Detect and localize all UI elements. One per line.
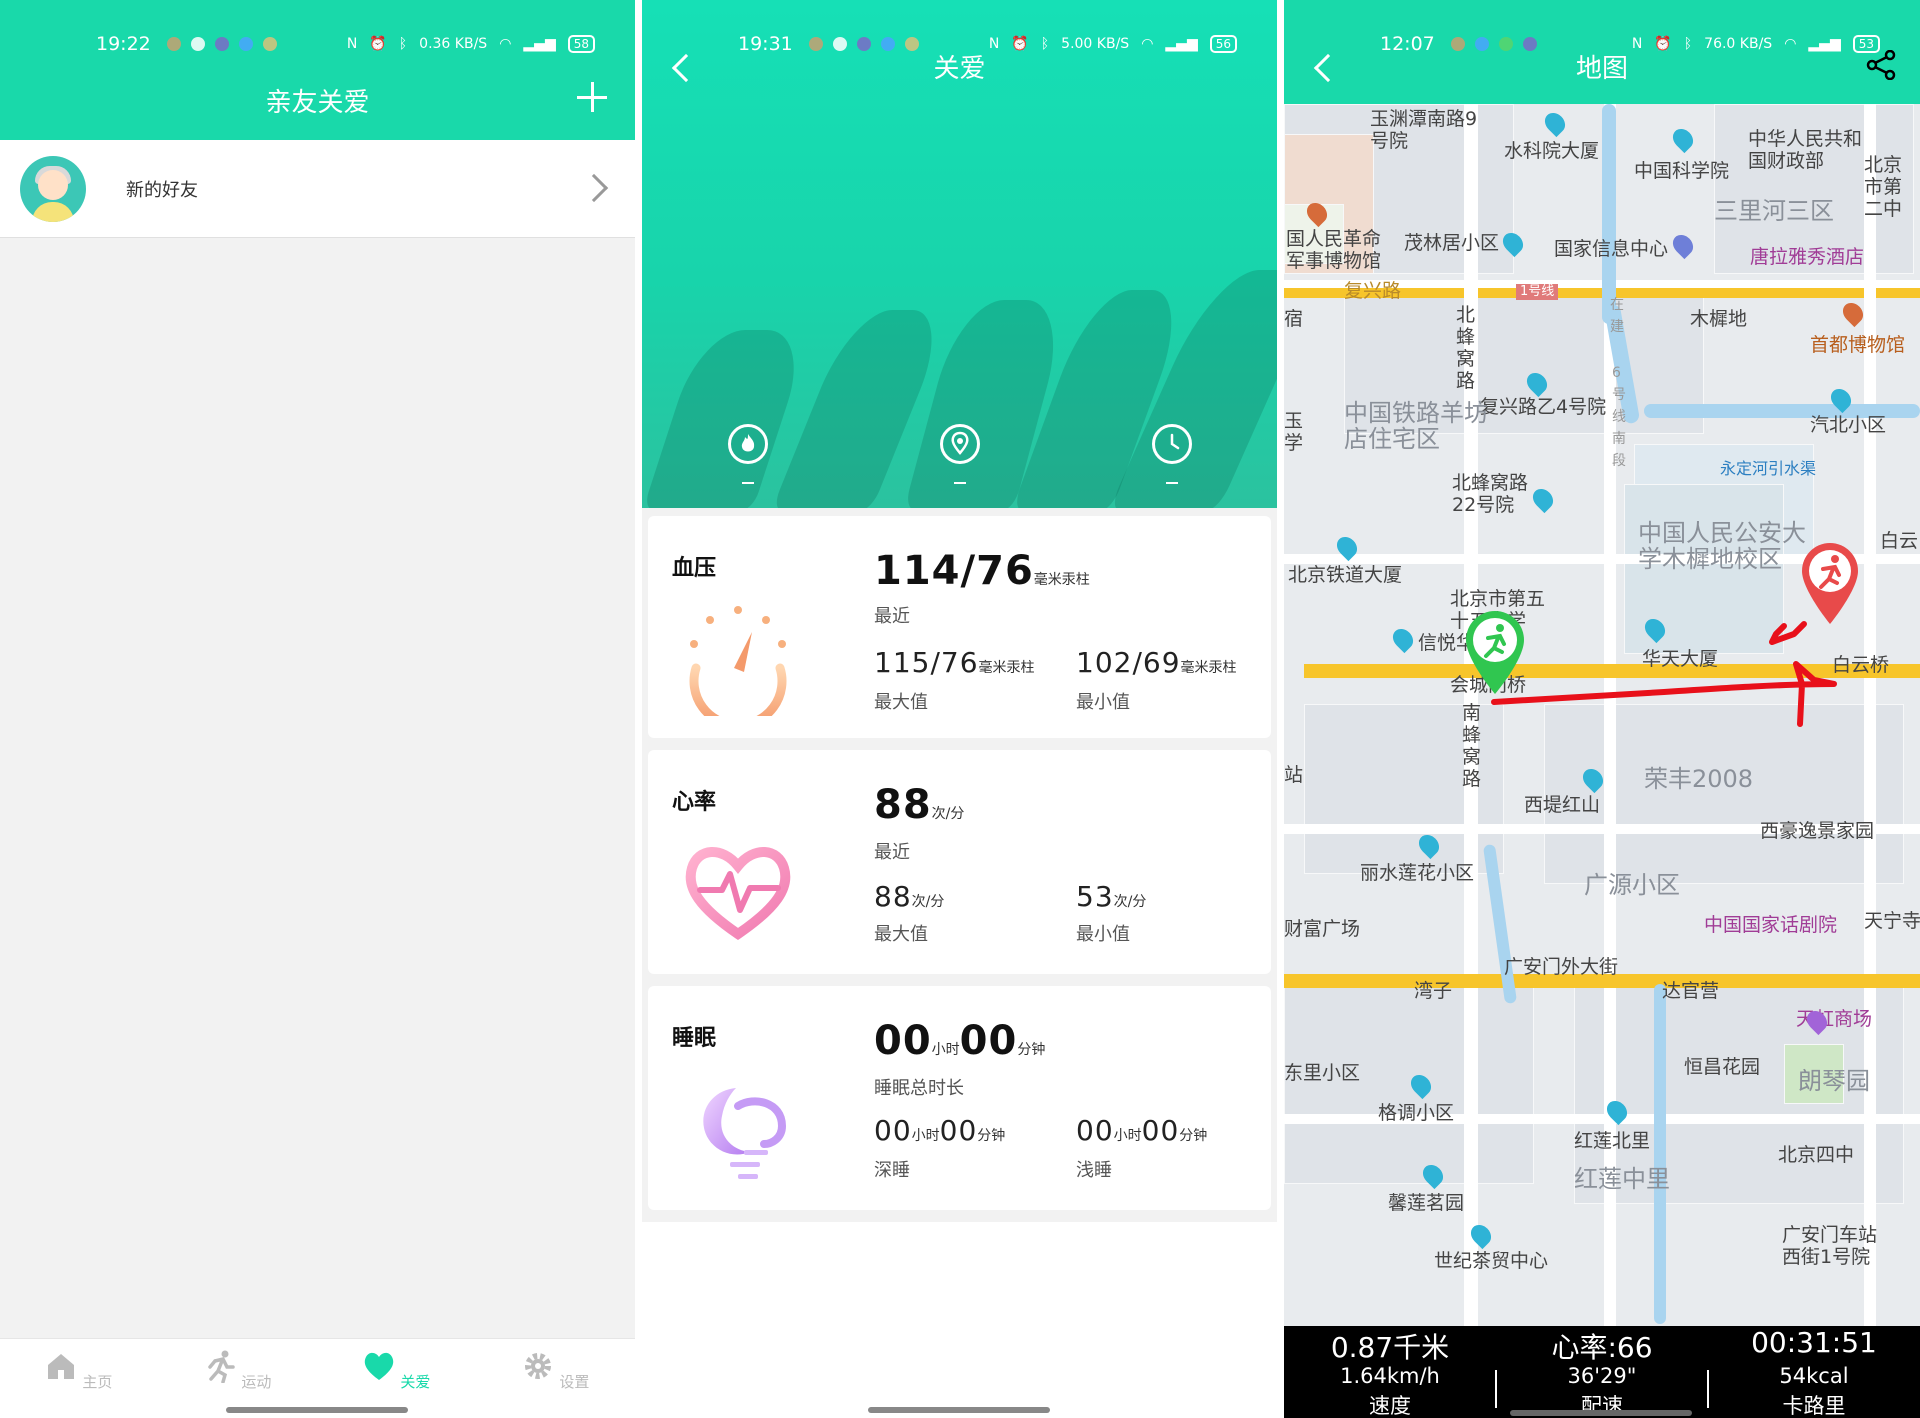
hr-max-caption: 最大值 xyxy=(874,924,928,945)
speed-caption: 速度 xyxy=(1369,1394,1411,1418)
sleep-card[interactable]: 睡眠 00小时00分钟 睡眠总时长 00小时00分钟 深睡 00小时00分钟 浅… xyxy=(648,986,1271,1210)
avatar xyxy=(20,156,86,222)
header: 19:22 N ⏰ ᛒ 0.36 KB/S ◠ ▂▄▆ 58 亲友关爱 xyxy=(0,0,635,140)
hero-banner: 19:31 N ⏰ ᛒ 5.00 KB/S ◠ ▂▄▆ 56 关爱 xyxy=(642,0,1277,508)
clock-icon xyxy=(1152,424,1192,464)
calorie-value xyxy=(742,482,754,484)
home-icon xyxy=(47,1354,74,1379)
header: 12:07 N ⏰ ᛒ 76.0 KB/S ◠ ▂▄▆ 53 地图 xyxy=(1284,0,1920,104)
hr-min: 53次/分 xyxy=(1076,880,1147,913)
time-value xyxy=(1166,482,1178,484)
sleep-total: 00小时00分钟 xyxy=(874,1018,1046,1064)
calorie-value: 54kcal xyxy=(1779,1364,1849,1388)
tab-label: 关爱 xyxy=(400,1373,431,1391)
care-friends-screen: 19:22 N ⏰ ᛒ 0.36 KB/S ◠ ▂▄▆ 58 亲友关爱 新的好友… xyxy=(0,0,635,1418)
wechat-icon xyxy=(190,37,205,51)
page-title: 亲友关爱 xyxy=(265,88,370,118)
distance-value: 0.87千米 xyxy=(1330,1331,1450,1364)
page-title: 关爱 xyxy=(933,54,986,84)
heart-rate-card[interactable]: 心率 88次/分 最近 88次/分 最大值 53次/分 最小值 xyxy=(648,750,1271,974)
tab-label: 设置 xyxy=(559,1373,590,1391)
hr-latest-caption: 最近 xyxy=(874,842,910,863)
bp-max: 115/76毫米汞柱 xyxy=(874,646,1035,679)
deep-sleep-caption: 深睡 xyxy=(874,1160,910,1181)
bluetooth-icon: ᛒ xyxy=(398,36,408,52)
new-friend-label: 新的好友 xyxy=(126,180,198,201)
tab-care[interactable]: 关爱 xyxy=(356,1349,436,1392)
speed-value: 1.64km/h xyxy=(1340,1364,1440,1388)
app-icon xyxy=(214,37,229,51)
battery-icon: 58 xyxy=(567,35,595,53)
status-bar: 19:22 N ⏰ ᛒ 0.36 KB/S ◠ ▂▄▆ 58 xyxy=(0,28,635,60)
status-right: N ⏰ ᛒ 0.36 KB/S ◠ ▂▄▆ 58 xyxy=(347,35,595,53)
location-pin-icon xyxy=(940,424,980,464)
new-friend-row[interactable]: 新的好友 xyxy=(0,140,635,238)
nfc-icon: N xyxy=(346,36,358,52)
bp-min: 102/69毫米汞柱 xyxy=(1076,646,1237,679)
bp-max-caption: 最大值 xyxy=(874,692,928,713)
signal-icon: ▂▄▆ xyxy=(523,36,556,52)
tab-label: 主页 xyxy=(82,1373,113,1391)
heart-pulse-icon xyxy=(685,847,791,941)
tab-label: 运动 xyxy=(241,1373,272,1391)
fire-icon xyxy=(728,424,768,464)
gauge-icon xyxy=(689,606,787,716)
alarm-icon: ⏰ xyxy=(369,36,387,52)
pace-value: 36'29" xyxy=(1567,1364,1637,1388)
notification-icons xyxy=(166,37,277,51)
add-icon[interactable] xyxy=(577,82,607,112)
route-map-screen: 12:07 N ⏰ ᛒ 76.0 KB/S ◠ ▂▄▆ 53 地图 玉渊潭南路9… xyxy=(1284,0,1920,1418)
distance-value xyxy=(954,482,966,484)
moon-cloud-icon xyxy=(703,1088,787,1179)
tab-sport[interactable]: 运动 xyxy=(197,1349,277,1392)
route-path xyxy=(1491,621,1837,727)
bp-latest: 114/76毫米汞柱 xyxy=(874,548,1090,594)
home-indicator[interactable] xyxy=(226,1407,408,1413)
tab-home[interactable]: 主页 xyxy=(38,1349,118,1392)
heart-rate-value: 心率:66 xyxy=(1551,1331,1653,1364)
page-title: 地图 xyxy=(1575,54,1628,84)
light-sleep-caption: 浅睡 xyxy=(1076,1160,1112,1181)
card-title: 睡眠 xyxy=(672,1026,717,1051)
deep-sleep: 00小时00分钟 xyxy=(874,1114,1006,1147)
tab-settings[interactable]: 设置 xyxy=(515,1349,595,1392)
share-icon[interactable] xyxy=(1866,50,1896,80)
gear-icon xyxy=(524,1353,551,1379)
card-title: 心率 xyxy=(672,790,717,815)
status-time: 19:22 xyxy=(96,33,151,55)
duration-value: 00:31:51 xyxy=(1751,1326,1877,1359)
end-marker xyxy=(1802,543,1858,624)
light-sleep: 00小时00分钟 xyxy=(1076,1114,1208,1147)
wifi-icon: ◠ xyxy=(499,36,512,52)
bp-latest-caption: 最近 xyxy=(874,606,910,627)
empty-area xyxy=(642,1222,1277,1418)
net-speed: 0.36 KB/S xyxy=(419,36,488,52)
home-indicator[interactable] xyxy=(1510,1410,1692,1416)
blood-pressure-card[interactable]: 血压 114/76毫米汞柱 最近 115/76毫米汞柱 最大值 102/69毫米… xyxy=(648,516,1271,738)
route-map[interactable]: 玉渊潭南路9号院 水科院大厦 中国科学院 中华人民共和国财政部 北京市第二中 国… xyxy=(1284,104,1920,1326)
start-marker xyxy=(1466,611,1524,694)
card-title: 血压 xyxy=(672,556,717,581)
hr-max: 88次/分 xyxy=(874,880,945,913)
home-indicator[interactable] xyxy=(868,1407,1050,1413)
care-detail-screen: 19:31 N ⏰ ᛒ 5.00 KB/S ◠ ▂▄▆ 56 关爱 血压 114… xyxy=(642,0,1277,1418)
notification-icon xyxy=(166,37,181,51)
divider xyxy=(1495,1370,1497,1408)
app-icon xyxy=(238,37,253,51)
app-icon xyxy=(262,37,277,51)
heart-icon xyxy=(364,1352,393,1380)
bottom-tab-bar: 主页 运动 关爱 设置 xyxy=(0,1338,635,1418)
hr-latest: 88次/分 xyxy=(874,782,965,828)
sleep-total-caption: 睡眠总时长 xyxy=(874,1078,964,1099)
divider xyxy=(1707,1370,1709,1408)
runner-icon xyxy=(207,1350,235,1384)
bp-min-caption: 最小值 xyxy=(1076,692,1130,713)
chevron-right-icon xyxy=(579,173,609,203)
workout-stats-bar: 0.87千米 心率:66 00:31:51 1.64km/h 36'29" 54… xyxy=(1284,1326,1920,1418)
calorie-caption: 卡路里 xyxy=(1782,1394,1846,1418)
hr-min-caption: 最小值 xyxy=(1076,924,1130,945)
